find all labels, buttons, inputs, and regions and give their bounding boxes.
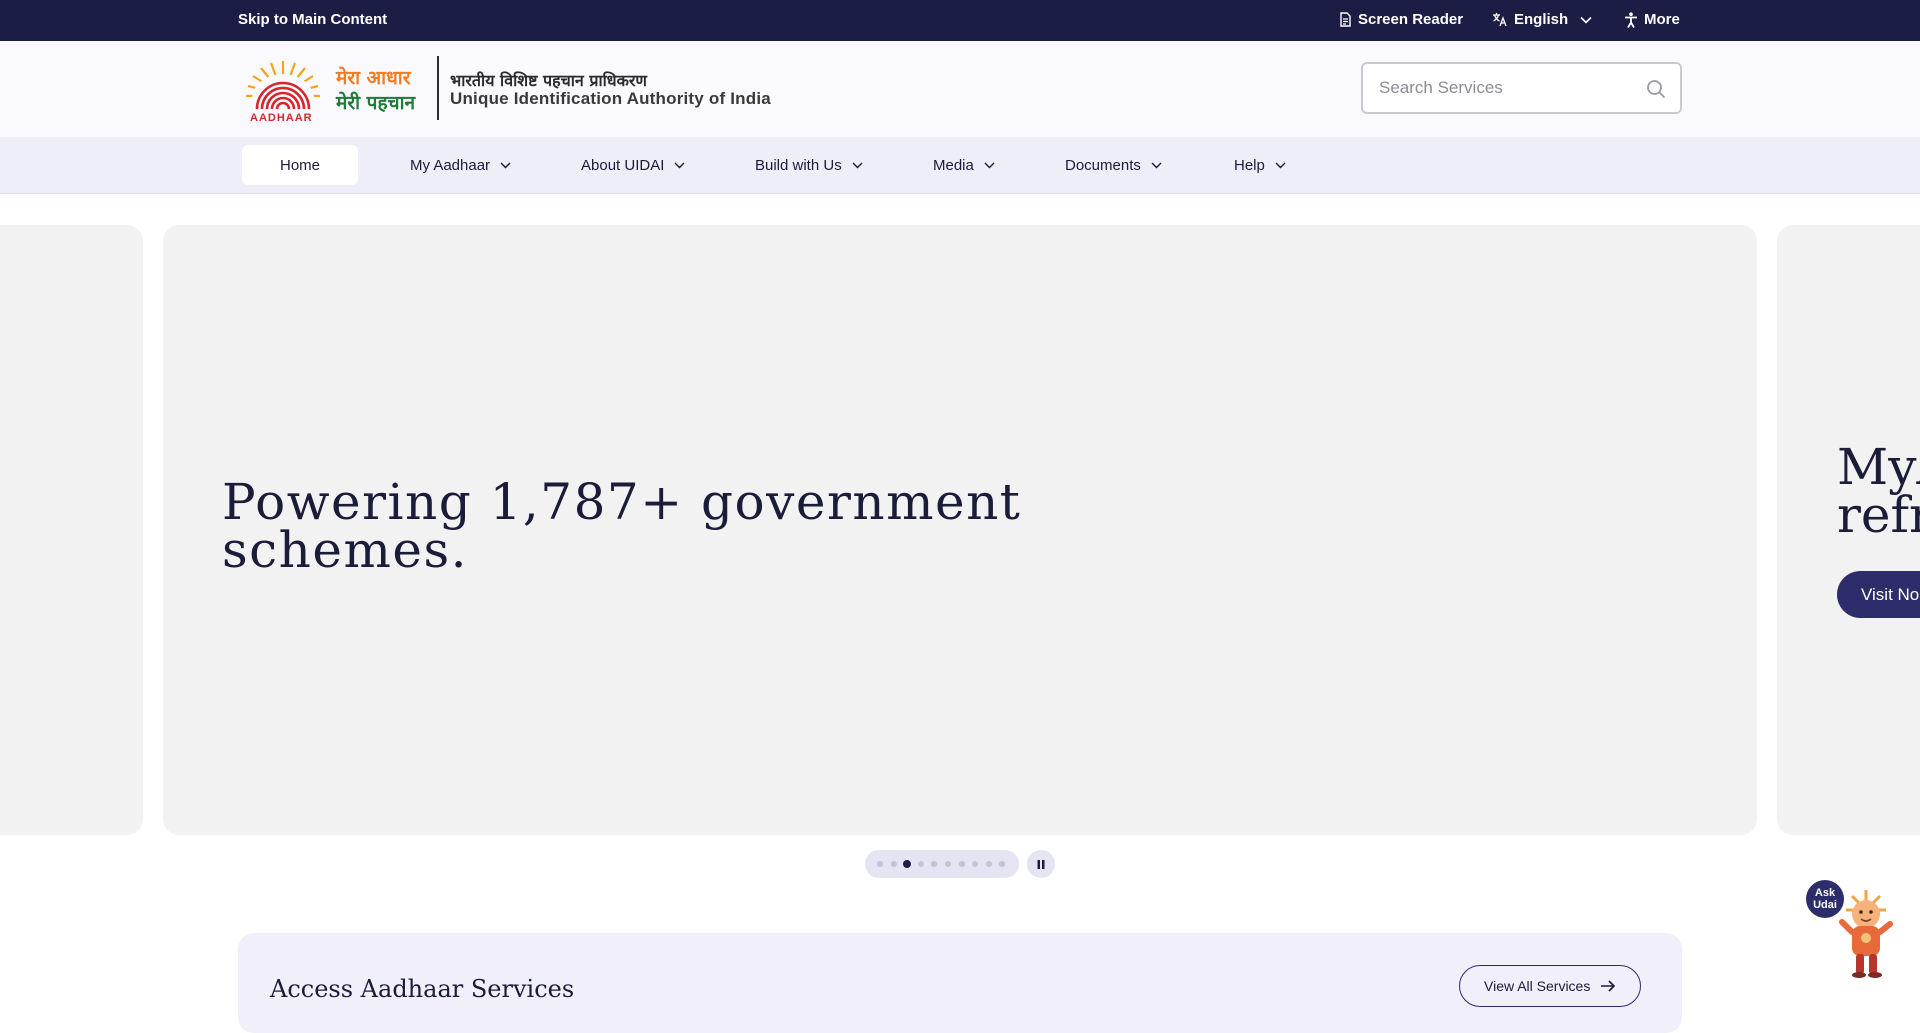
carousel-slide-current[interactable]: Powering 1,787+ government schemes. bbox=[163, 225, 1757, 835]
nav-item-label: Media bbox=[933, 156, 974, 174]
site-header: AADHAAR मेरा आधार मेरी पहचान भारतीय विशि… bbox=[0, 41, 1920, 137]
nav-item-label: About UIDAI bbox=[581, 156, 665, 174]
nav-item-home[interactable]: Home bbox=[242, 145, 358, 185]
slide-headline: Powering 1,787+ government schemes. bbox=[222, 473, 1022, 579]
nav-item-help[interactable]: Help bbox=[1234, 145, 1286, 185]
chevron-down-icon bbox=[984, 162, 995, 168]
svg-text:Ask: Ask bbox=[1815, 887, 1836, 899]
carousel-dot[interactable] bbox=[972, 861, 979, 867]
carousel-dot[interactable] bbox=[917, 861, 924, 867]
aadhaar-services-panel: Access Aadhaar Services View All Service… bbox=[238, 933, 1682, 1033]
nav-item-build-with-us[interactable]: Build with Us bbox=[755, 145, 863, 185]
next-slide-headline-line: refr bbox=[1837, 486, 1920, 544]
nav-item-about-uidai[interactable]: About UIDAI bbox=[581, 145, 685, 185]
aadhaar-logo[interactable]: AADHAAR मेरा आधार मेरी पहचान bbox=[240, 57, 430, 124]
svg-text:मेरी पहचान: मेरी पहचान bbox=[335, 91, 417, 114]
nav-item-documents[interactable]: Documents bbox=[1065, 145, 1162, 185]
carousel-slide-previous[interactable] bbox=[0, 225, 143, 835]
org-name-english: Unique Identification Authority of India bbox=[450, 89, 771, 108]
carousel-dot[interactable] bbox=[890, 861, 897, 867]
screen-reader-link[interactable]: Screen Reader bbox=[1338, 11, 1463, 28]
arrow-right-icon bbox=[1601, 980, 1616, 992]
nav-item-label: Documents bbox=[1065, 156, 1141, 174]
language-label: English bbox=[1514, 11, 1569, 28]
logo-divider bbox=[437, 56, 439, 120]
carousel-dot-active[interactable] bbox=[903, 860, 912, 868]
document-icon bbox=[1338, 12, 1352, 27]
svg-text:AADHAAR: AADHAAR bbox=[250, 112, 313, 123]
chevron-down-icon bbox=[500, 162, 511, 168]
more-options-button[interactable]: More bbox=[1624, 11, 1680, 28]
services-heading: Access Aadhaar Services bbox=[270, 975, 575, 1003]
mascot-icon: Ask Udai bbox=[1806, 880, 1893, 978]
carousel-dot[interactable] bbox=[985, 861, 992, 867]
more-label: More bbox=[1644, 11, 1680, 28]
chevron-down-icon bbox=[852, 162, 863, 168]
view-all-services-button[interactable]: View All Services bbox=[1459, 965, 1642, 1007]
skip-to-main-link[interactable]: Skip to Main Content bbox=[238, 11, 387, 28]
chevron-down-icon bbox=[1275, 162, 1286, 168]
next-slide-headline-line: MyA bbox=[1837, 438, 1920, 496]
utility-bar: Skip to Main Content Screen Reader Engli… bbox=[0, 0, 1920, 41]
org-name-hindi: भारतीय विशिष्ट पहचान प्राधिकरण bbox=[450, 71, 647, 90]
chevron-down-icon bbox=[1151, 162, 1162, 168]
visit-now-button[interactable]: Visit No bbox=[1837, 571, 1920, 618]
next-slide-headline: MyArefr bbox=[1837, 438, 1920, 544]
ask-udai-chatbot[interactable]: Ask Udai bbox=[1804, 876, 1904, 981]
carousel-dot[interactable] bbox=[931, 861, 938, 867]
chevron-down-icon bbox=[1580, 16, 1592, 24]
svg-text:Udai: Udai bbox=[1813, 899, 1837, 911]
view-all-label: View All Services bbox=[1484, 978, 1591, 994]
carousel-slide-next[interactable]: MyArefr Visit No bbox=[1777, 225, 1920, 835]
screen-reader-label: Screen Reader bbox=[1358, 11, 1464, 28]
nav-item-label: Help bbox=[1234, 156, 1265, 174]
carousel-dot[interactable] bbox=[958, 861, 965, 867]
search-input[interactable] bbox=[1379, 76, 1639, 100]
search-icon[interactable] bbox=[1646, 79, 1666, 104]
nav-item-label: Build with Us bbox=[755, 156, 842, 174]
main-navigation: Home My Aadhaar About UIDAI Build with U… bbox=[0, 137, 1920, 194]
carousel-pagination bbox=[865, 850, 1019, 878]
nav-item-label: My Aadhaar bbox=[410, 156, 491, 174]
carousel-dot[interactable] bbox=[999, 861, 1006, 867]
translate-icon bbox=[1492, 12, 1508, 27]
language-selector[interactable]: English bbox=[1492, 11, 1592, 28]
carousel-dot[interactable] bbox=[877, 861, 883, 867]
carousel-dot[interactable] bbox=[945, 861, 951, 867]
chevron-down-icon bbox=[674, 162, 685, 168]
nav-item-media[interactable]: Media bbox=[933, 145, 995, 185]
aadhaar-emblem-icon: AADHAAR मेरा आधार मेरी पहचान bbox=[245, 61, 417, 124]
carousel-pause-button[interactable] bbox=[1027, 850, 1055, 878]
svg-text:मेरा आधार: मेरा आधार bbox=[335, 66, 412, 89]
pause-icon bbox=[1037, 859, 1045, 869]
nav-item-label: Home bbox=[279, 156, 320, 174]
nav-item-my-aadhaar[interactable]: My Aadhaar bbox=[410, 145, 511, 185]
search-box bbox=[1361, 62, 1682, 114]
accessibility-icon bbox=[1624, 11, 1638, 28]
